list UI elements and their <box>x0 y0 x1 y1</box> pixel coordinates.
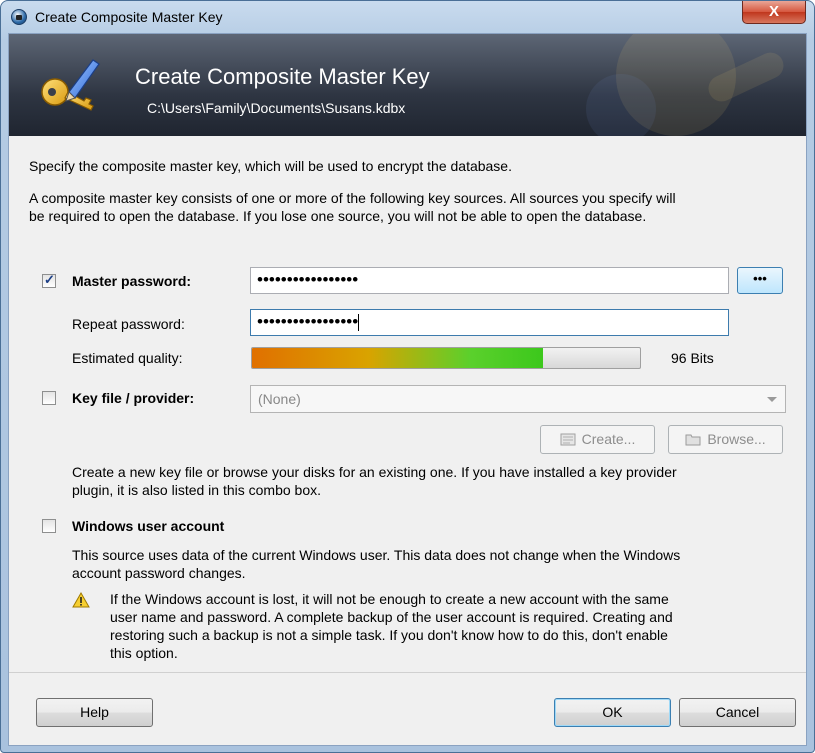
key-file-label: Key file / provider: <box>72 390 195 406</box>
key-pen-icon <box>41 59 100 111</box>
windows-account-checkbox[interactable] <box>42 519 56 533</box>
windows-account-description-line: This source uses data of the current Win… <box>72 547 681 563</box>
header-banner: Create Composite Master Key C:\Users\Fam… <box>9 34 806 136</box>
intro-description-line: A composite master key consists of one o… <box>29 190 676 206</box>
repeat-password-value: ••••••••••••••••• <box>257 312 359 331</box>
dialog-window: Create Composite Master Key X Create Com… <box>0 0 815 753</box>
help-button[interactable]: Help <box>36 698 153 727</box>
banner-title: Create Composite Master Key <box>135 64 430 89</box>
create-key-file-button[interactable]: Create... <box>540 425 655 454</box>
key-file-icon <box>560 433 576 446</box>
windows-account-label: Windows user account <box>72 518 225 534</box>
text-caret <box>358 314 360 332</box>
quality-meter-fill <box>252 348 543 368</box>
key-file-help-line: Create a new key file or browse your dis… <box>72 464 677 480</box>
create-button-label: Create... <box>581 431 636 447</box>
warning-text-line: user name and password. A complete backu… <box>110 609 673 625</box>
cancel-button[interactable]: Cancel <box>679 698 796 727</box>
close-button[interactable]: X <box>742 1 806 24</box>
windows-account-description-line: account password changes. <box>72 565 246 581</box>
key-file-selected: (None) <box>258 391 301 407</box>
chevron-down-icon <box>767 397 777 402</box>
master-password-label: Master password: <box>72 273 192 289</box>
warning-icon <box>72 592 90 608</box>
intro-description-line: be required to open the database. If you… <box>29 208 647 224</box>
ok-button[interactable]: OK <box>554 698 671 727</box>
window-title: Create Composite Master Key <box>35 9 223 25</box>
quality-meter <box>251 347 641 369</box>
quality-bits-value: 96 Bits <box>671 350 714 366</box>
warning-text-line: restoring such a backup is not a simple … <box>110 627 668 643</box>
show-password-button[interactable]: ••• <box>737 267 783 294</box>
key-file-combo[interactable]: (None) <box>250 385 786 413</box>
banner-decoration <box>586 74 656 136</box>
database-path: C:\Users\Family\Documents\Susans.kdbx <box>147 100 406 116</box>
intro-text: Specify the composite master key, which … <box>29 158 512 174</box>
repeat-password-field[interactable]: ••••••••••••••••• <box>250 309 729 336</box>
footer-separator <box>9 672 806 673</box>
browse-button-label: Browse... <box>707 431 766 447</box>
warning-text-line: If the Windows account is lost, it will … <box>110 591 669 607</box>
dialog-client-area: Create Composite Master Key C:\Users\Fam… <box>8 33 807 746</box>
folder-icon <box>685 434 701 446</box>
master-password-checkbox[interactable] <box>42 272 56 288</box>
key-file-checkbox[interactable] <box>42 391 56 405</box>
estimated-quality-label: Estimated quality: <box>72 350 183 366</box>
master-password-field[interactable]: ••••••••••••••••• <box>250 267 729 294</box>
browse-key-file-button[interactable]: Browse... <box>668 425 783 454</box>
title-bar[interactable]: Create Composite Master Key X <box>1 1 814 33</box>
repeat-password-label: Repeat password: <box>72 316 185 332</box>
warning-text-line: this option. <box>110 645 178 661</box>
key-file-help-line: plugin, it is also listed in this combo … <box>72 482 322 498</box>
lock-icon <box>11 9 27 25</box>
